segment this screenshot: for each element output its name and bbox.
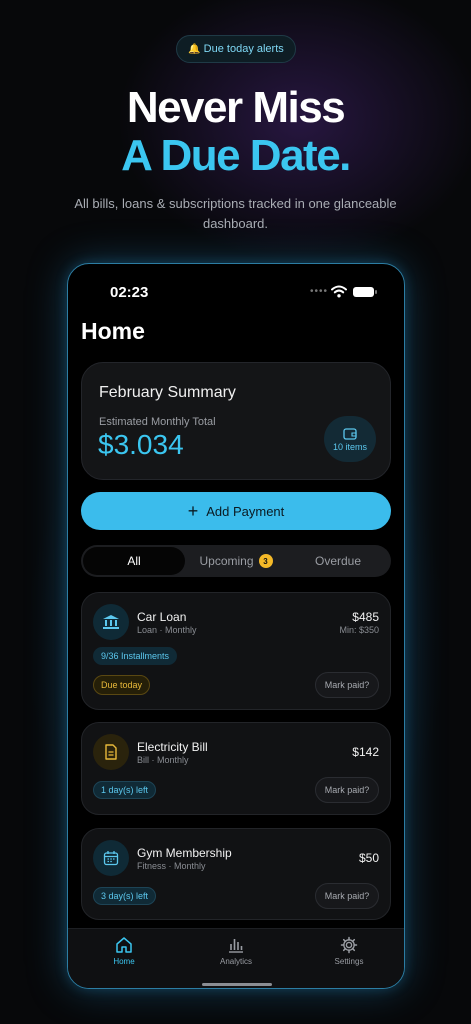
wallet-icon [343, 427, 357, 440]
signal-icon: •••• [310, 286, 329, 297]
add-payment-button[interactable]: + Add Payment [81, 492, 391, 530]
status-time: 02:23 [110, 284, 149, 301]
payment-subtitle: Loan · Monthly [137, 625, 197, 635]
bank-icon [93, 604, 129, 640]
filter-segmented-control: All Upcoming 3 Overdue [81, 545, 391, 577]
bar-chart-icon [229, 939, 243, 953]
installments-chip: 9/36 Installments [93, 647, 178, 665]
payment-card-electricity-bill[interactable]: Electricity Bill Bill · Monthly $142 1 d… [81, 722, 391, 815]
home-icon [116, 937, 132, 953]
payment-title: Electricity Bill [137, 740, 208, 754]
summary-label: Estimated Monthly Total [99, 416, 216, 428]
upcoming-count-badge: 3 [258, 554, 273, 568]
status-badge: 1 day(s) left [93, 781, 157, 799]
tab-analytics-label: Analytics [219, 957, 252, 966]
phone-frame: 02:23 •••• Home February Summary Estimat… [67, 263, 405, 989]
payment-amount: $50 [358, 851, 379, 865]
payment-card-gym-membership[interactable]: Gym Membership Fitness · Monthly $50 3 d… [81, 828, 391, 920]
page-title: Home [81, 318, 145, 344]
battery-icon [353, 287, 377, 297]
add-payment-label: Add Payment [206, 503, 285, 519]
payment-amount: $142 [352, 745, 379, 759]
payment-title: Car Loan [137, 610, 187, 624]
items-badge[interactable]: 10 items [324, 416, 376, 462]
filter-overdue-label: Overdue [314, 554, 362, 568]
due-alerts-badge: 🔔 Due today alerts [176, 35, 296, 63]
gear-icon [340, 936, 358, 954]
status-badge: Due today [93, 675, 151, 695]
filter-upcoming[interactable]: Upcoming 3 [185, 547, 287, 575]
tab-settings[interactable]: Settings [309, 936, 389, 966]
due-alerts-label: Due today alerts [203, 43, 284, 55]
payment-title: Gym Membership [137, 846, 232, 860]
items-count: 10 items [332, 441, 367, 452]
bell-icon: 🔔 [188, 43, 201, 55]
summary-amount: $3.034 [98, 429, 184, 460]
tab-home-label: Home [113, 957, 135, 966]
mark-paid-button[interactable]: Mark paid? [315, 672, 379, 698]
headline: Never Miss A Due Date. [0, 84, 471, 180]
status-badge: 3 day(s) left [93, 887, 157, 905]
filter-overdue[interactable]: Overdue [287, 547, 389, 575]
home-indicator [202, 983, 272, 986]
status-bar: 02:23 •••• [68, 282, 404, 304]
payment-card-car-loan[interactable]: Car Loan Loan · Monthly $485 Min: $350 9… [81, 592, 391, 710]
tab-analytics[interactable]: Analytics [196, 936, 276, 966]
mark-paid-button[interactable]: Mark paid? [315, 777, 379, 803]
document-icon [93, 734, 129, 770]
tab-home[interactable]: Home [84, 936, 164, 966]
headline-line-1: Never Miss [126, 83, 346, 132]
mark-paid-button[interactable]: Mark paid? [315, 883, 379, 909]
headline-line-2: A Due Date. [121, 131, 351, 180]
payment-subtitle: Bill · Monthly [137, 755, 189, 765]
calendar-icon [93, 840, 129, 876]
tab-settings-label: Settings [334, 957, 364, 966]
payment-subtitle: Fitness · Monthly [137, 861, 206, 871]
payment-minimum: Min: $350 [339, 625, 379, 635]
summary-title: February Summary [99, 384, 236, 401]
filter-all[interactable]: All [83, 547, 185, 575]
wifi-icon [331, 285, 347, 298]
tab-bar: Home Analytics Settings [68, 928, 404, 988]
plus-icon: + [187, 501, 199, 521]
filter-all-label: All [127, 554, 141, 568]
payment-amount: $485 [352, 610, 379, 624]
filter-upcoming-label: Upcoming [199, 554, 254, 568]
summary-card: February Summary Estimated Monthly Total… [81, 362, 391, 480]
promo-subtitle: All bills, loans & subscriptions tracked… [74, 196, 397, 231]
